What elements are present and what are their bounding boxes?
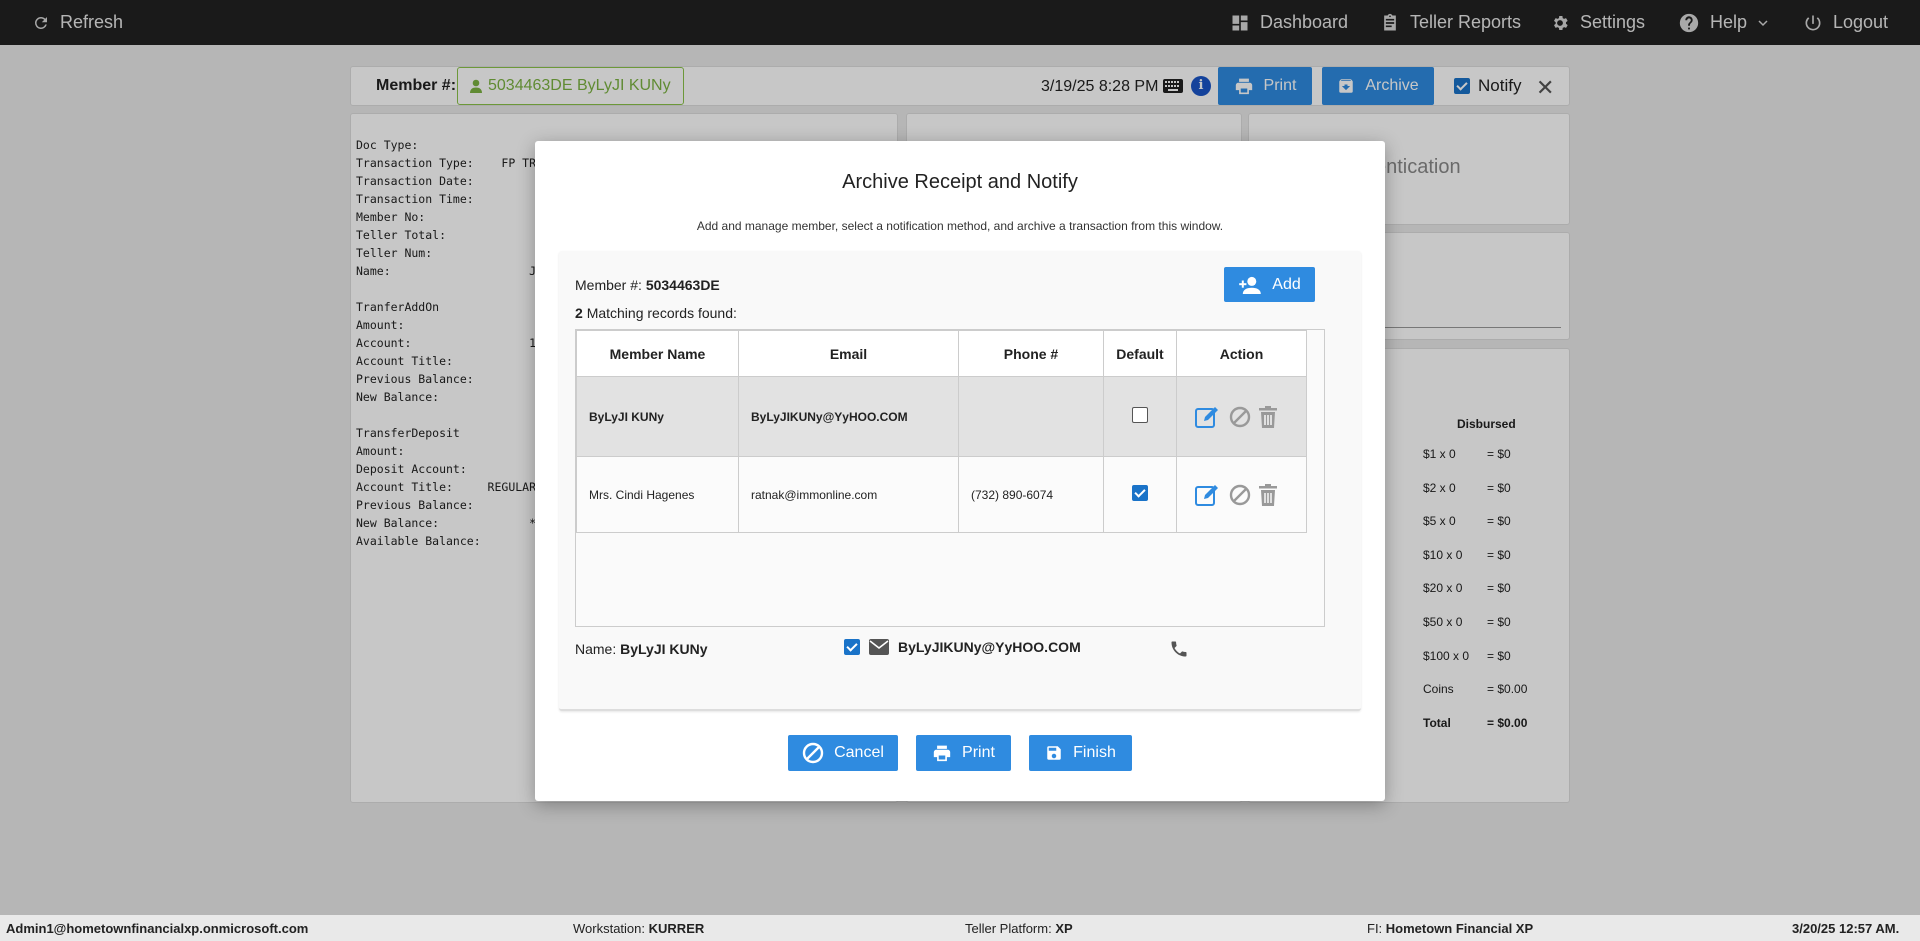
block-icon[interactable] bbox=[1229, 484, 1251, 506]
status-workstation: Workstation: KURRER bbox=[573, 921, 704, 936]
finish-label: Finish bbox=[1073, 744, 1116, 761]
match-count-value: 2 bbox=[575, 305, 583, 321]
workstation-label: Workstation: bbox=[573, 921, 646, 936]
email-notify-option[interactable]: ByLyJIKUNy@YyHOO.COM bbox=[844, 639, 1081, 655]
dialog-subtitle: Add and manage member, select a notifica… bbox=[696, 219, 1224, 233]
cell-member-name: Mrs. Cindi Hagenes bbox=[576, 456, 739, 533]
edit-icon[interactable] bbox=[1195, 483, 1221, 507]
cell-action bbox=[1176, 456, 1307, 533]
platform-value: XP bbox=[1055, 921, 1073, 936]
col-member-name[interactable]: Member Name bbox=[576, 330, 739, 377]
block-icon[interactable] bbox=[1229, 406, 1251, 428]
selected-name-label: Name: bbox=[575, 641, 617, 657]
match-count-label: Matching records found: bbox=[586, 305, 737, 321]
save-icon bbox=[1047, 746, 1061, 760]
status-platform: Teller Platform: XP bbox=[965, 921, 1073, 936]
member-number-value: 5034463DE bbox=[645, 277, 720, 293]
email-notify-checkbox[interactable] bbox=[844, 639, 860, 655]
cancel-button[interactable]: Cancel bbox=[788, 735, 898, 771]
status-datetime: 3/20/25 12:57 AM. bbox=[1792, 921, 1900, 936]
cell-default bbox=[1103, 456, 1177, 533]
cancel-label: Cancel bbox=[834, 744, 884, 761]
members-table: Member Name Email Phone # Default Action… bbox=[576, 330, 1307, 533]
cancel-icon bbox=[802, 742, 824, 764]
default-checkbox[interactable] bbox=[1132, 485, 1148, 501]
col-default[interactable]: Default bbox=[1103, 330, 1177, 377]
table-header-row: Member Name Email Phone # Default Action bbox=[576, 330, 1307, 377]
trash-icon[interactable] bbox=[1259, 483, 1277, 506]
member-number-label: Member #: bbox=[575, 277, 642, 293]
cell-email: ratnak@immonline.com bbox=[738, 456, 959, 533]
workstation-value: KURRER bbox=[648, 921, 705, 936]
platform-label: Teller Platform: bbox=[965, 921, 1052, 936]
match-count: 2 Matching records found: bbox=[575, 305, 737, 321]
archive-notify-dialog: Archive Receipt and Notify Add and manag… bbox=[535, 141, 1385, 801]
table-row[interactable]: ByLyJI KUNy ByLyJIKUNy@YyHOO.COM bbox=[576, 376, 1307, 457]
email-notify-value: ByLyJIKUNy@YyHOO.COM bbox=[898, 639, 1081, 655]
cell-member-name: ByLyJI KUNy bbox=[576, 376, 739, 457]
col-email[interactable]: Email bbox=[738, 330, 959, 377]
dialog-member-number: Member #: 5034463DE bbox=[575, 277, 720, 293]
status-user: Admin1@hometownfinancialxp.onmicrosoft.c… bbox=[6, 921, 309, 936]
cell-action bbox=[1176, 376, 1307, 457]
finish-button[interactable]: Finish bbox=[1029, 735, 1132, 771]
col-action[interactable]: Action bbox=[1176, 330, 1307, 377]
member-records-card: Member #: 5034463DE 2 Matching records f… bbox=[559, 251, 1361, 711]
fi-label: FI: bbox=[1367, 921, 1383, 936]
dialog-print-button[interactable]: Print bbox=[916, 735, 1011, 771]
fi-value: Hometown Financial XP bbox=[1385, 921, 1534, 936]
members-grid: Member Name Email Phone # Default Action… bbox=[575, 329, 1325, 627]
edit-icon[interactable] bbox=[1195, 405, 1221, 429]
table-row[interactable]: Mrs. Cindi Hagenes ratnak@immonline.com … bbox=[576, 456, 1307, 533]
default-checkbox[interactable] bbox=[1132, 407, 1148, 423]
phone-icon[interactable] bbox=[1169, 639, 1189, 659]
cell-email: ByLyJIKUNy@YyHOO.COM bbox=[738, 376, 959, 457]
cell-phone bbox=[958, 376, 1104, 457]
envelope-icon bbox=[869, 639, 889, 655]
selected-name-value: ByLyJI KUNy bbox=[620, 641, 708, 657]
col-phone[interactable]: Phone # bbox=[958, 330, 1104, 377]
dialog-title: Archive Receipt and Notify bbox=[842, 171, 1078, 193]
trash-icon[interactable] bbox=[1259, 405, 1277, 428]
status-bar: Admin1@hometownfinancialxp.onmicrosoft.c… bbox=[0, 915, 1920, 941]
printer-icon bbox=[933, 745, 951, 762]
cell-default bbox=[1103, 376, 1177, 457]
add-user-icon bbox=[1239, 276, 1262, 294]
add-member-button[interactable]: Add bbox=[1224, 267, 1315, 302]
dialog-print-label: Print bbox=[962, 744, 995, 761]
add-label: Add bbox=[1272, 275, 1301, 293]
status-fi: FI: Hometown Financial XP bbox=[1367, 921, 1533, 936]
cell-phone: (732) 890-6074 bbox=[958, 456, 1104, 533]
selected-name: Name: ByLyJI KUNy bbox=[575, 641, 708, 657]
